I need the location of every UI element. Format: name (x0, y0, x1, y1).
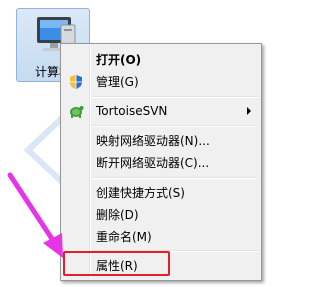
menu-item-tortoisesvn[interactable]: TortoiseSVN (63, 100, 259, 122)
menu-item-label: 断开网络驱动器(C)... (96, 156, 210, 170)
properties-highlight-box (63, 251, 170, 276)
submenu-arrow-icon (247, 107, 251, 115)
menu-item-label: 打开(O) (96, 53, 142, 67)
tortoise-svn-icon (70, 106, 84, 118)
menu-item-label: 映射网络驱动器(N)... (96, 134, 210, 148)
menu-item-open[interactable]: 打开(O) (63, 49, 259, 71)
menu-item-map-network-drive[interactable]: 映射网络驱动器(N)... (63, 130, 259, 152)
menu-item-label: 重命名(M) (96, 230, 152, 244)
menu-separator (92, 96, 258, 98)
menu-item-create-shortcut[interactable]: 创建快捷方式(S) (63, 182, 259, 204)
menu-item-rename[interactable]: 重命名(M) (63, 226, 259, 248)
menu-item-disconnect-network-drive[interactable]: 断开网络驱动器(C)... (63, 152, 259, 174)
menu-item-label: 创建快捷方式(S) (96, 186, 185, 200)
menu-separator (92, 125, 258, 127)
context-menu: 打开(O) 管理(G) TortoiseSVN 映射网络驱动器(N)... 断开… (60, 43, 262, 281)
menu-item-label: 删除(D) (96, 208, 139, 222)
shield-icon (70, 75, 82, 89)
menu-separator (92, 177, 258, 179)
menu-item-delete[interactable]: 删除(D) (63, 204, 259, 226)
menu-item-label: TortoiseSVN (96, 104, 168, 118)
menu-item-label: 管理(G) (96, 75, 139, 89)
menu-item-manage[interactable]: 管理(G) (63, 71, 259, 93)
